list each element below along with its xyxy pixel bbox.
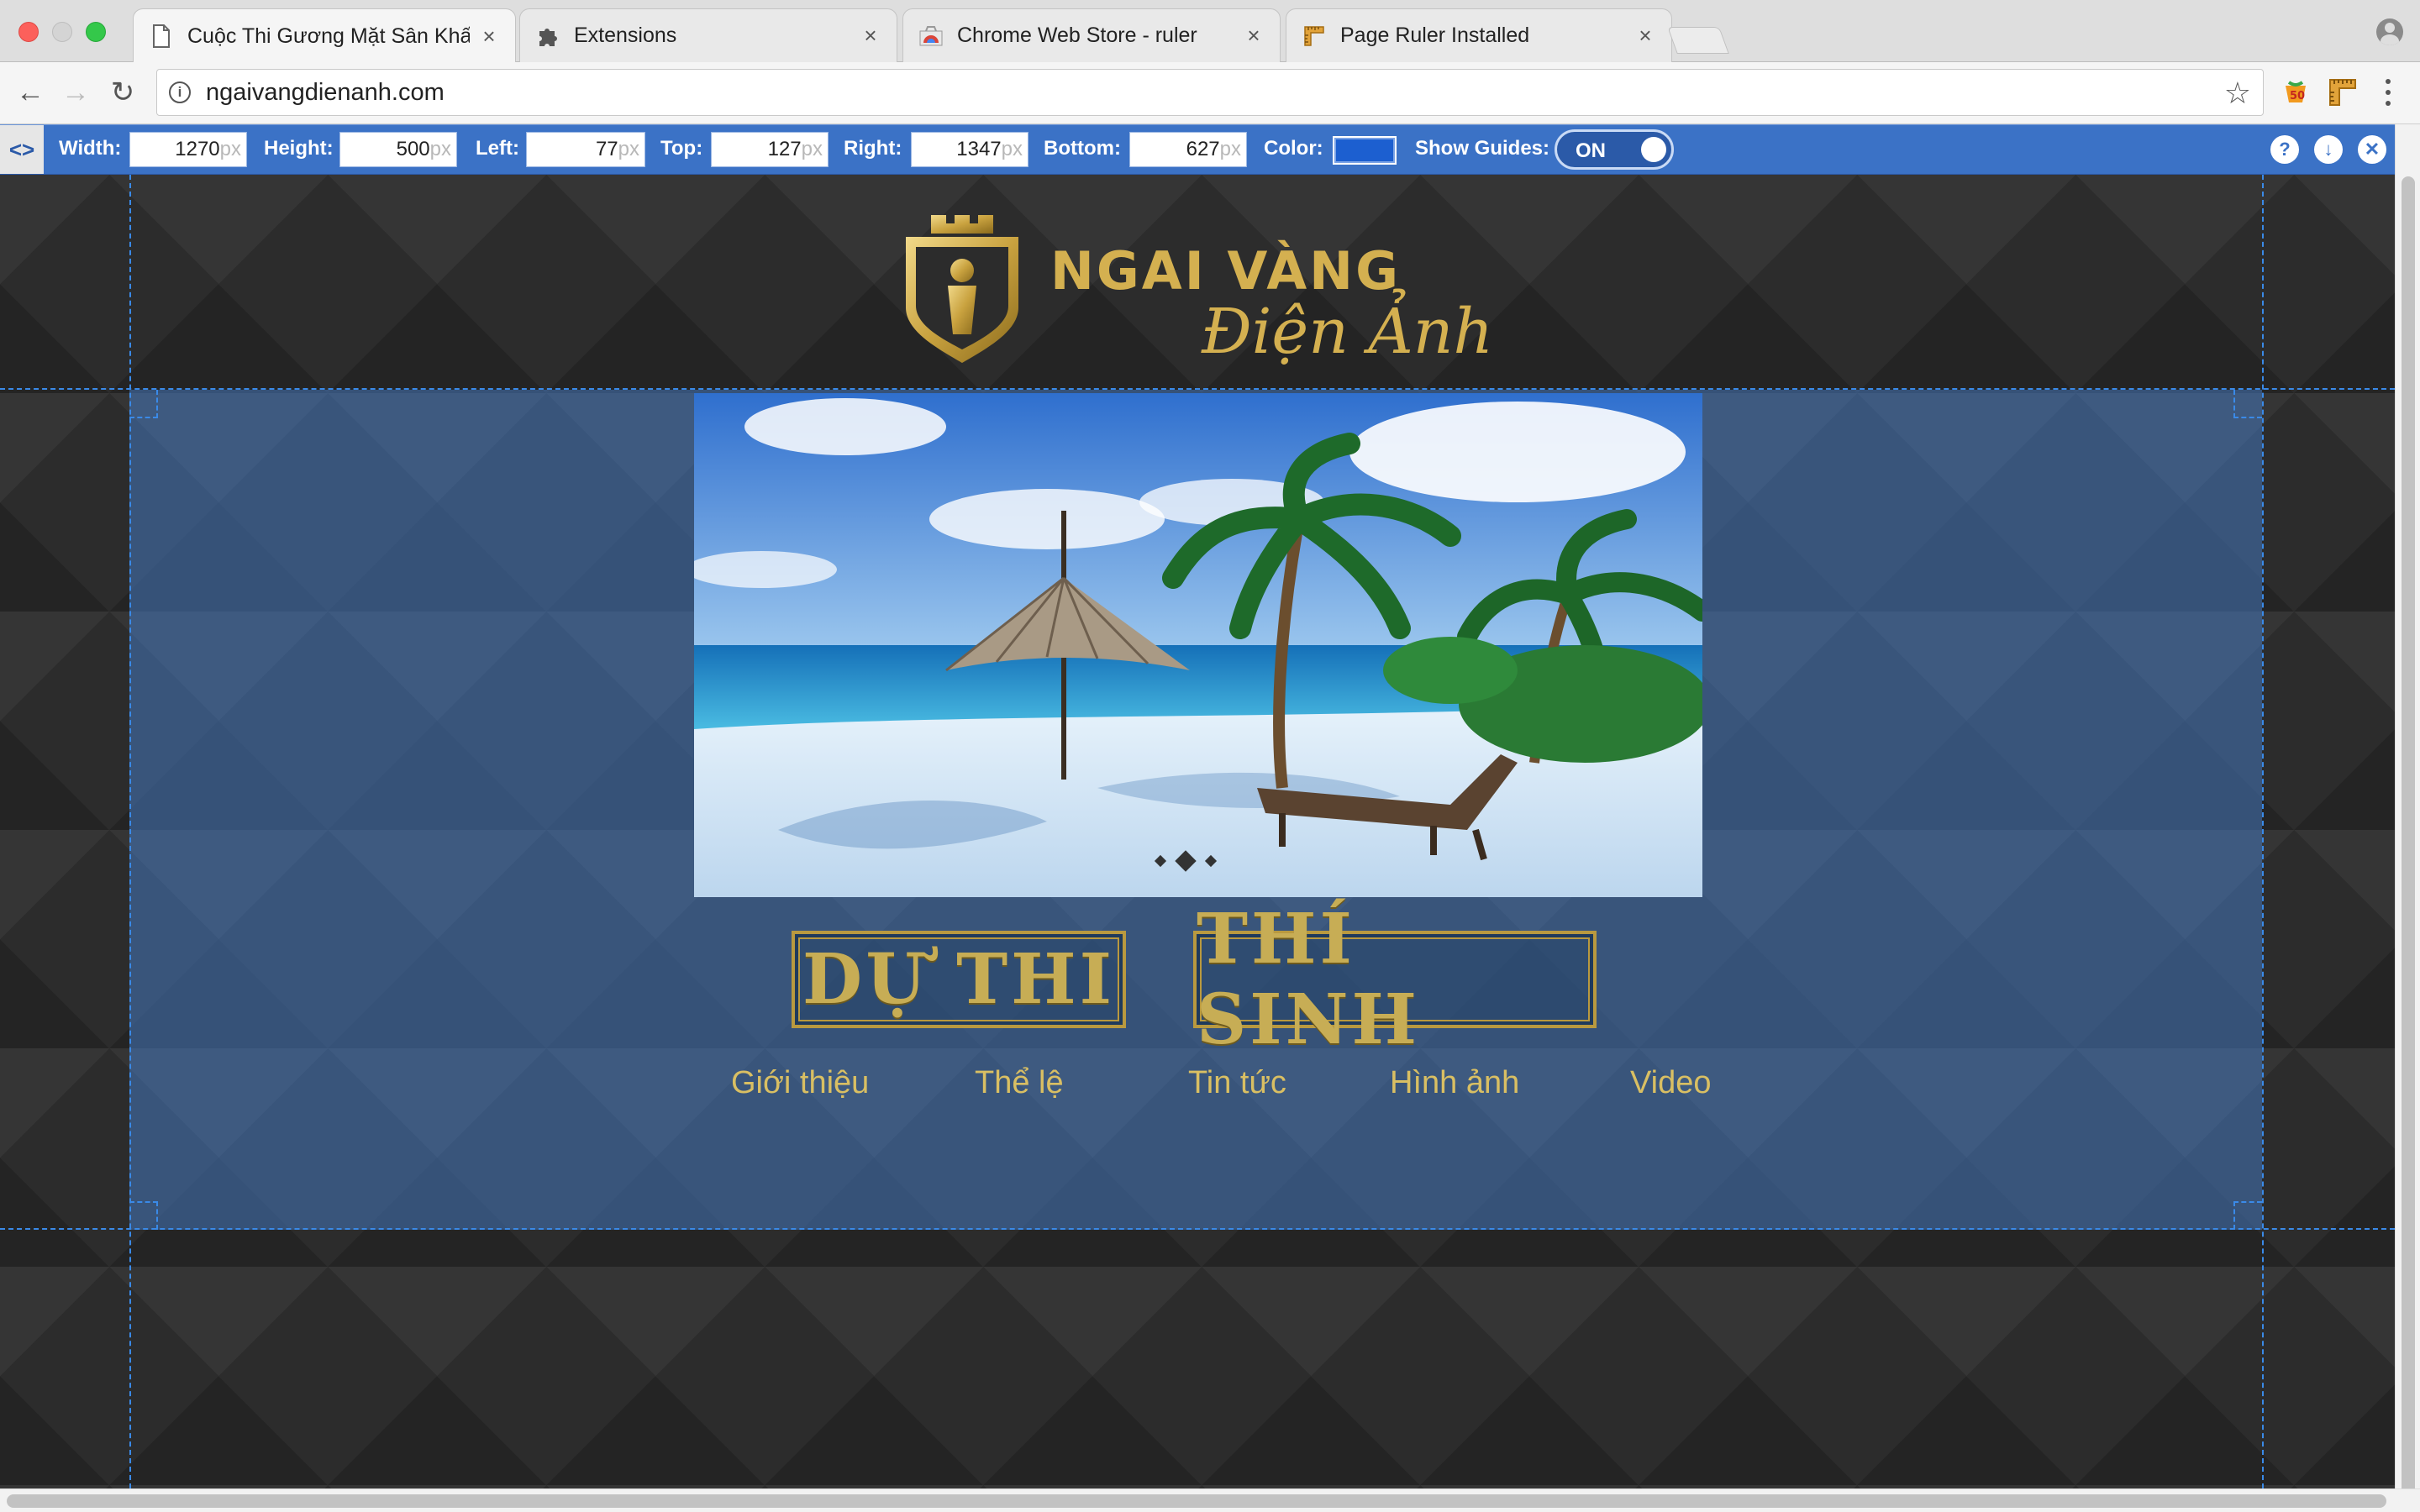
page-ruler-extension-icon[interactable] [2328,77,2358,108]
ruler-guide-left [129,175,131,1488]
tab-extensions[interactable]: Extensions × [519,8,897,62]
tab-title: Chrome Web Store - ruler [957,24,1197,47]
height-input[interactable]: 500px [339,132,457,167]
nav-video[interactable]: Video [1630,1065,1712,1101]
window-minimize-button[interactable] [52,22,72,42]
right-input[interactable]: 1347px [911,132,1028,167]
left-input[interactable]: 77px [526,132,645,167]
slide-dot-active[interactable] [1175,850,1197,872]
scrollbar-thumb[interactable] [2402,176,2415,1512]
bottom-value: 627 [1186,138,1220,160]
width-input[interactable]: 1270px [129,132,247,167]
ruler-collapse-icon[interactable]: <> [0,125,44,174]
puzzle-icon [535,24,560,49]
tab-close-icon[interactable]: × [1634,23,1656,49]
color-swatch[interactable] [1333,136,1397,165]
right-label: Right: [844,137,902,160]
chrome-web-store-icon [918,24,944,49]
tab-close-icon[interactable]: × [860,23,881,49]
horizontal-scrollbar[interactable] [0,1488,2420,1512]
forward-arrow-icon[interactable]: → [57,74,94,111]
tab-title: Page Ruler Installed [1340,24,1530,47]
top-input[interactable]: 127px [711,132,829,167]
ruler-guide-right [2262,175,2264,1488]
thi-sinh-button[interactable]: THÍ SINH [1193,899,1597,1060]
nav-tin-tuc[interactable]: Tin tức [1188,1065,1286,1101]
slide-dot[interactable] [1204,854,1218,868]
color-label: Color: [1264,137,1323,160]
ruler-guide-top [0,388,2395,390]
reload-icon[interactable]: ↻ [104,74,141,111]
scrollbar-thumb[interactable] [7,1494,2386,1508]
resize-handle-top-left[interactable] [129,390,158,418]
show-guides-label: Show Guides: [1415,137,1550,160]
nav-hinh-anh[interactable]: Hình ảnh [1390,1065,1519,1101]
info-icon[interactable]: i [169,81,191,103]
height-label: Height: [264,137,334,160]
tab-page-ruler-installed[interactable]: Page Ruler Installed × [1286,8,1672,62]
address-bar[interactable]: i ngaivangdienanh.com ☆ [156,69,2264,116]
toggle-state-text: ON [1576,139,1606,162]
site-logo[interactable]: NGAI VÀNG Điện Ảnh [899,208,1504,368]
url-text: ngaivangdienanh.com [206,78,445,106]
show-guides-toggle[interactable]: ON [1555,129,1674,170]
vertical-scrollbar[interactable] [2395,124,2420,1512]
width-value: 1270 [175,138,220,160]
page-icon [149,24,174,49]
left-label: Left: [476,137,519,160]
unit-suffix: px [219,138,241,160]
resize-handle-top-right[interactable] [2233,390,2262,418]
unit-suffix: px [618,138,639,160]
back-arrow-icon[interactable]: ← [12,74,49,111]
unit-suffix: px [801,138,823,160]
page-ruler-bar: <> Width: 1270px Height: 500px Left: 77p… [0,124,2395,175]
tab-close-icon[interactable]: × [478,24,500,50]
logo-line-2: Điện Ảnh [1202,296,1494,368]
chrome-menu-icon[interactable] [2381,76,2395,109]
new-tab-button[interactable] [1667,27,1729,54]
nav-gioi-thieu[interactable]: Giới thiệu [731,1065,869,1101]
tab-cuoc-thi[interactable]: Cuộc Thi Gương Mặt Sân Khấu × [133,8,516,63]
tab-title: Extensions [574,24,677,47]
right-value: 1347 [956,138,1002,160]
toggle-knob [1641,137,1666,162]
profile-icon[interactable] [2376,18,2403,45]
slide-dot[interactable] [1154,854,1167,868]
extension-colorful-icon[interactable]: 50 [2281,77,2311,108]
bottom-input[interactable]: 627px [1129,132,1247,167]
slide-indicators [1154,850,1218,872]
page-viewport: NGAI VÀNG Điện Ảnh DỰ THI THÍ SINH Giới … [0,175,2395,1488]
resize-handle-bottom-right[interactable] [2233,1201,2262,1230]
browser-toolbar: ← → ↻ i ngaivangdienanh.com ☆ 50 [0,62,2420,124]
svg-text:50: 50 [2290,90,2305,102]
hero-slideshow[interactable] [694,393,1702,897]
bottom-label: Bottom: [1044,137,1121,160]
unit-suffix: px [1219,138,1241,160]
crown-shield-logo-icon [906,215,1018,363]
tab-chrome-web-store[interactable]: Chrome Web Store - ruler × [902,8,1281,62]
unit-suffix: px [1001,138,1023,160]
resize-handle-bottom-left[interactable] [129,1201,158,1230]
logo-line-1: NGAI VÀNG [1050,240,1401,302]
top-value: 127 [767,138,802,160]
nav-the-le[interactable]: Thể lệ [975,1065,1064,1101]
dock-down-icon[interactable]: ↓ [2314,135,2343,164]
width-label: Width: [59,137,122,160]
top-label: Top: [660,137,703,160]
close-ruler-icon[interactable]: ✕ [2358,135,2386,164]
beach-image [694,393,1702,897]
du-thi-button[interactable]: DỰ THI [792,931,1126,1028]
tab-title: Cuộc Thi Gương Mặt Sân Khấu [187,24,470,48]
tab-close-icon[interactable]: × [1243,23,1265,49]
unit-suffix: px [429,138,451,160]
height-value: 500 [396,138,430,160]
window-maximize-button[interactable] [86,22,106,42]
bookmark-star-icon[interactable]: ☆ [2224,76,2251,111]
page-ruler-icon [1302,24,1327,49]
ruler-guide-bottom [0,1228,2395,1230]
help-icon[interactable]: ? [2270,135,2299,164]
left-value: 77 [595,138,618,160]
browser-tabstrip: Cuộc Thi Gương Mặt Sân Khấu × Extensions… [0,0,2420,63]
window-close-button[interactable] [18,22,39,42]
